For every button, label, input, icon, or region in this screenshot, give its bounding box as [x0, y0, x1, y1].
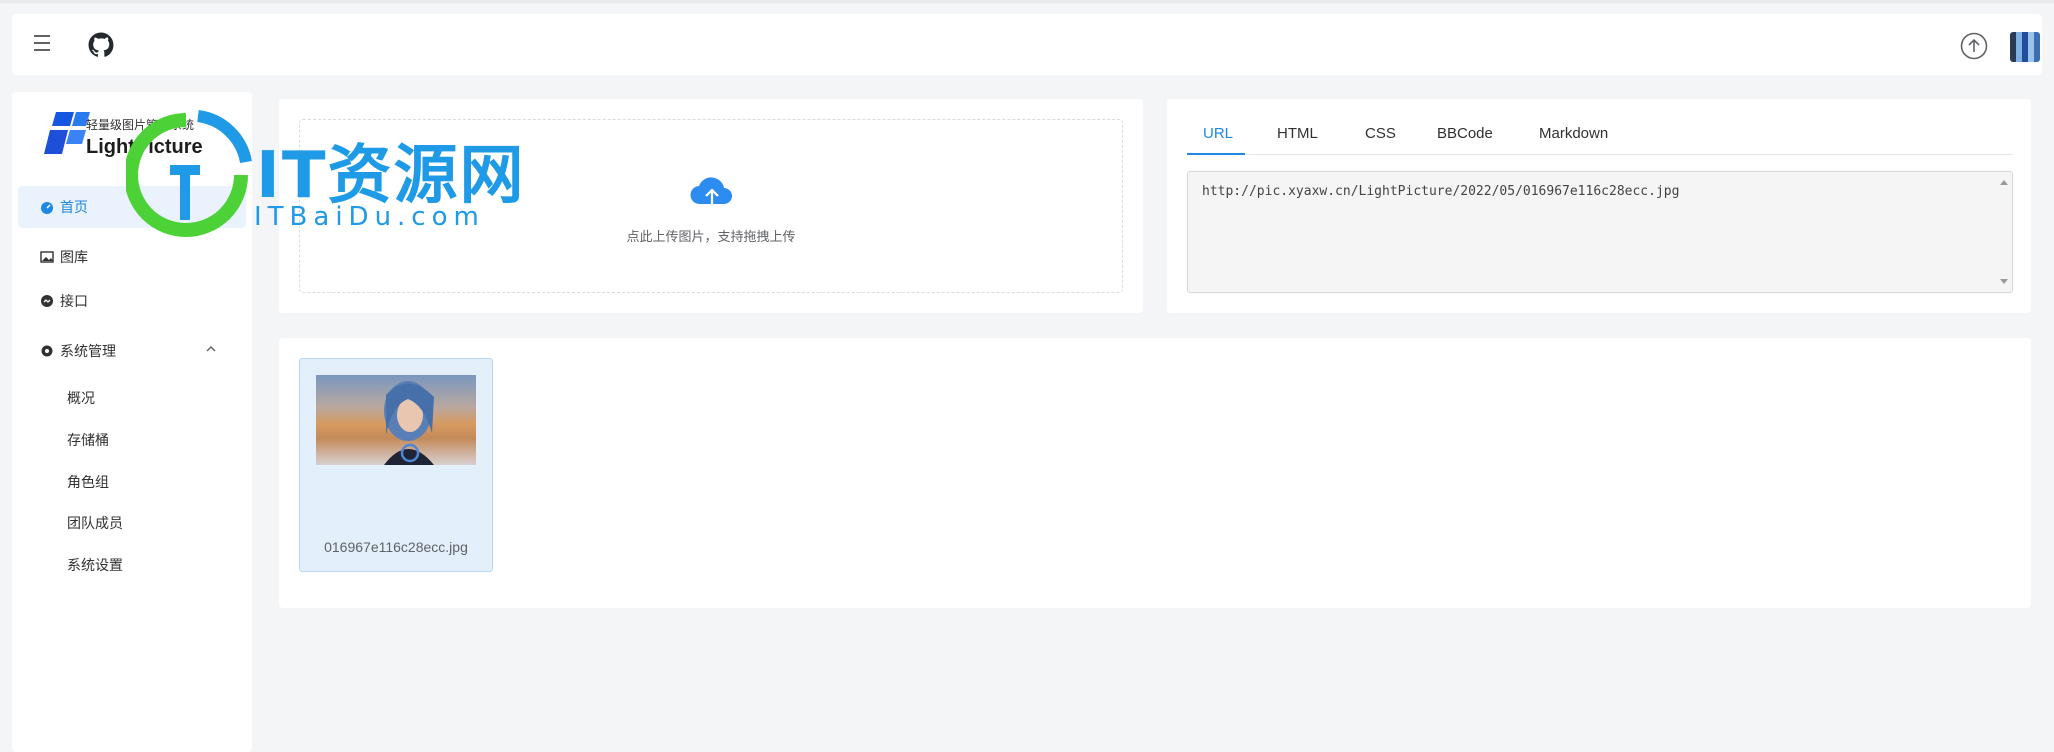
- upload-dropzone[interactable]: 点此上传图片，支持拖拽上传: [299, 119, 1123, 293]
- link-card: URL HTML CSS BBCode Markdown http://pic.…: [1167, 99, 2031, 313]
- sidebar-item-home[interactable]: 首页: [18, 186, 246, 228]
- tab-markdown[interactable]: Markdown: [1539, 125, 1608, 142]
- active-tab-indicator: [1187, 153, 1245, 155]
- url-value: http://pic.xyaxw.cn/LightPicture/2022/05…: [1202, 184, 1680, 199]
- sidebar-item-gallery[interactable]: 图库: [18, 236, 246, 278]
- sidebar-item-label: 图库: [60, 250, 88, 266]
- submenu-item-overview[interactable]: 概况: [18, 378, 246, 418]
- dashboard-icon: [41, 202, 53, 214]
- image-icon: [40, 251, 54, 263]
- link-tabs: URL HTML CSS BBCode Markdown: [1187, 125, 2013, 155]
- top-strip: [0, 0, 2054, 3]
- upload-card: 点此上传图片，支持拖拽上传: [279, 99, 1143, 313]
- submenu-item-label: 系统设置: [67, 558, 123, 574]
- url-output-field[interactable]: http://pic.xyaxw.cn/LightPicture/2022/05…: [1187, 171, 2013, 293]
- submenu-item-members[interactable]: 团队成员: [18, 503, 246, 543]
- gear-icon: [41, 345, 53, 357]
- cloud-upload-icon: [690, 177, 732, 212]
- logo-tagline: 轻量级图片管理系统: [86, 118, 195, 132]
- thumbnail-image: [316, 375, 476, 465]
- sidebar-item-system[interactable]: 系统管理: [18, 330, 246, 372]
- submenu-item-label: 存储桶: [67, 433, 109, 449]
- chevron-up-icon: [206, 346, 216, 352]
- upload-circle-icon[interactable]: [1960, 32, 1988, 60]
- hamburger-icon[interactable]: [34, 35, 52, 53]
- sidebar-item-label: 接口: [60, 294, 88, 310]
- user-avatar[interactable]: [2010, 32, 2040, 62]
- tab-html[interactable]: HTML: [1277, 125, 1318, 142]
- upload-hint: 点此上传图片，支持拖拽上传: [626, 230, 796, 245]
- sidebar-item-label: 系统管理: [60, 344, 116, 360]
- scroll-down-arrow-icon[interactable]: [2000, 279, 2008, 284]
- gallery-card: 016967e116c28ecc.jpg: [279, 338, 2031, 608]
- tab-css[interactable]: CSS: [1365, 125, 1396, 142]
- portrait-thumbnail-icon: [384, 381, 434, 465]
- gallery-item-filename: 016967e116c28ecc.jpg: [324, 539, 468, 555]
- sidebar-item-label: 首页: [60, 200, 88, 216]
- api-icon: [41, 295, 53, 307]
- submenu-item-settings[interactable]: 系统设置: [18, 545, 246, 585]
- tab-url[interactable]: URL: [1203, 125, 1233, 142]
- top-header: [12, 14, 2042, 75]
- logo-name: LightPicture: [86, 136, 203, 158]
- submenu-item-label: 角色组: [67, 475, 109, 491]
- tab-bbcode[interactable]: BBCode: [1437, 125, 1493, 142]
- sidebar: 轻量级图片管理系统 LightPicture 首页 图库 接口 系统管理 概况 …: [12, 92, 252, 752]
- submenu-item-roles[interactable]: 角色组: [18, 462, 246, 502]
- scroll-up-arrow-icon[interactable]: [2000, 180, 2008, 185]
- sidebar-item-api[interactable]: 接口: [18, 280, 246, 322]
- github-icon[interactable]: [88, 32, 114, 58]
- submenu-item-buckets[interactable]: 存储桶: [18, 420, 246, 460]
- gallery-item[interactable]: 016967e116c28ecc.jpg: [299, 358, 493, 572]
- submenu-item-label: 概况: [67, 391, 95, 407]
- submenu-item-label: 团队成员: [67, 516, 123, 532]
